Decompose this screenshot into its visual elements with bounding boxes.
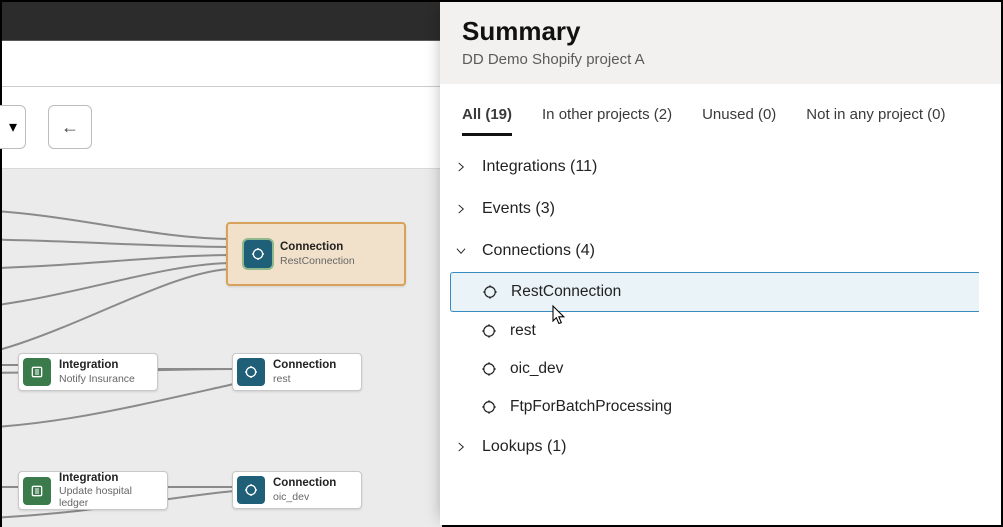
dropdown-button[interactable]: ▾ bbox=[0, 105, 26, 149]
app-header-bar bbox=[2, 2, 442, 41]
node-integration-notify-insurance[interactable]: Integration Notify Insurance bbox=[18, 353, 158, 391]
item-label: rest bbox=[510, 322, 536, 340]
connection-icon bbox=[481, 283, 499, 301]
tab-in-other-projects[interactable]: In other projects (2) bbox=[542, 106, 672, 136]
arrow-left-icon: ← bbox=[61, 117, 79, 138]
node-sub: RestConnection bbox=[280, 255, 355, 267]
item-oic-dev[interactable]: oic_dev bbox=[456, 350, 979, 388]
section-lookups[interactable]: Lookups (1) bbox=[448, 426, 979, 468]
tabs: All (19) In other projects (2) Unused (0… bbox=[440, 84, 1001, 136]
tab-all[interactable]: All (19) bbox=[462, 106, 512, 136]
connections-items: RestConnection rest oic_dev FtpForBatchP… bbox=[448, 272, 979, 426]
chevron-down-icon bbox=[452, 244, 470, 258]
tab-unused[interactable]: Unused (0) bbox=[702, 106, 776, 136]
back-button[interactable]: ← bbox=[48, 105, 92, 149]
node-connection-oic-dev[interactable]: Connection oic_dev bbox=[232, 471, 362, 509]
toolbar: ▾ ← bbox=[2, 87, 442, 169]
connection-icon bbox=[237, 476, 265, 504]
node-connection-rest[interactable]: Connection rest bbox=[232, 353, 362, 391]
integration-icon bbox=[23, 477, 51, 505]
node-sub: oic_dev bbox=[273, 491, 336, 503]
item-ftpforbatchprocessing[interactable]: FtpForBatchProcessing bbox=[456, 388, 979, 426]
node-sub: Update hospital ledger bbox=[59, 485, 157, 509]
panel-header: Summary DD Demo Shopify project A bbox=[440, 2, 1001, 84]
section-list: Integrations (11) Events (3) Connections… bbox=[440, 136, 1001, 478]
node-title: Integration bbox=[59, 359, 135, 372]
section-events[interactable]: Events (3) bbox=[448, 188, 979, 230]
section-label: Lookups (1) bbox=[482, 438, 567, 456]
connection-icon bbox=[237, 358, 265, 386]
tab-not-in-any-project[interactable]: Not in any project (0) bbox=[806, 106, 945, 136]
node-title: Connection bbox=[273, 477, 336, 490]
connection-icon bbox=[480, 322, 498, 340]
item-label: FtpForBatchProcessing bbox=[510, 398, 672, 416]
chevron-right-icon bbox=[452, 160, 470, 174]
item-restconnection[interactable]: RestConnection bbox=[450, 272, 979, 312]
canvas-area: ▾ ← bbox=[2, 2, 442, 525]
panel-subtitle: DD Demo Shopify project A bbox=[462, 51, 979, 68]
node-sub: rest bbox=[273, 373, 336, 385]
node-title: Integration bbox=[59, 472, 157, 485]
node-integration-update-hospital-ledger[interactable]: Integration Update hospital ledger bbox=[18, 471, 168, 510]
item-rest[interactable]: rest bbox=[456, 312, 979, 350]
panel-title: Summary bbox=[462, 16, 979, 47]
summary-panel: Summary DD Demo Shopify project A All (1… bbox=[440, 2, 1001, 525]
chevron-right-icon bbox=[452, 440, 470, 454]
node-sub: Notify Insurance bbox=[59, 373, 135, 385]
connection-icon bbox=[244, 240, 272, 268]
connection-icon bbox=[480, 360, 498, 378]
integration-icon bbox=[23, 358, 51, 386]
section-integrations[interactable]: Integrations (11) bbox=[448, 146, 979, 188]
item-label: oic_dev bbox=[510, 360, 563, 378]
connection-icon bbox=[480, 398, 498, 416]
canvas-viewport[interactable]: Connection RestConnection Integration No… bbox=[2, 169, 442, 527]
item-label: RestConnection bbox=[511, 283, 621, 301]
node-connection-restconnection[interactable]: Connection RestConnection bbox=[226, 222, 406, 286]
section-label: Integrations (11) bbox=[482, 158, 597, 176]
section-label: Events (3) bbox=[482, 200, 555, 218]
page-bar bbox=[2, 41, 442, 87]
node-title: Connection bbox=[273, 359, 336, 372]
chevron-right-icon bbox=[452, 202, 470, 216]
section-connections[interactable]: Connections (4) bbox=[448, 230, 979, 272]
chevron-down-icon: ▾ bbox=[9, 117, 17, 137]
section-label: Connections (4) bbox=[482, 242, 595, 260]
node-title: Connection bbox=[280, 241, 355, 254]
